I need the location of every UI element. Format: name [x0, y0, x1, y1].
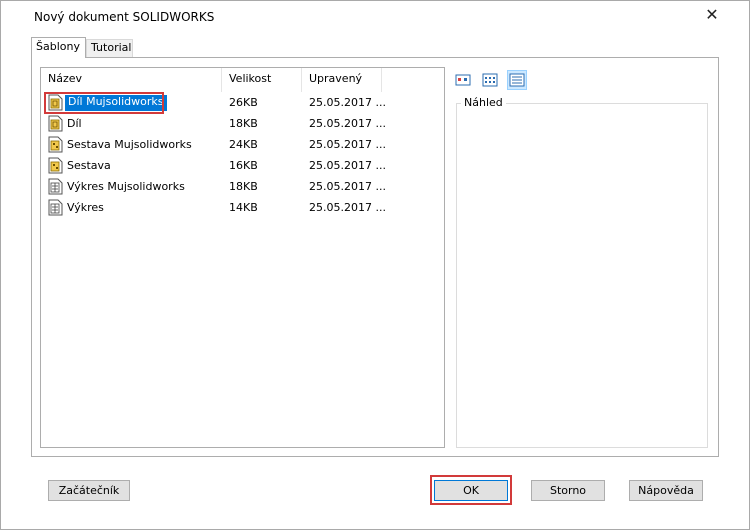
drawing-icon	[48, 178, 63, 195]
template-name: Sestava Mujsolidworks	[67, 138, 192, 151]
template-list[interactable]: Název Velikost Upravený Díl Mujsolidwork…	[40, 67, 445, 448]
template-size: 16KB	[229, 159, 258, 172]
list-item[interactable]: Sestava Mujsolidworks 24KB 25.05.2017 ...	[41, 135, 444, 156]
tab-tutorial[interactable]: Tutorial	[86, 39, 133, 57]
column-header-size[interactable]: Velikost	[222, 68, 302, 92]
template-modified: 25.05.2017 ...	[309, 138, 386, 151]
template-size: 18KB	[229, 180, 258, 193]
column-header-name[interactable]: Název	[41, 68, 222, 92]
template-modified: 25.05.2017 ...	[309, 117, 386, 130]
tab-templates[interactable]: Šablony	[31, 37, 86, 58]
assembly-icon	[48, 136, 63, 153]
list-item[interactable]: Výkres Mujsolidworks 18KB 25.05.2017 ...	[41, 177, 444, 198]
templates-panel: Název Velikost Upravený Díl Mujsolidwork…	[31, 57, 719, 457]
beginner-button[interactable]: Začátečník	[48, 480, 130, 501]
title-bar: Nový dokument SOLIDWORKS ✕	[1, 1, 749, 33]
close-icon[interactable]: ✕	[701, 4, 723, 26]
help-button[interactable]: Nápověda	[629, 480, 703, 501]
list-item[interactable]: Výkres 14KB 25.05.2017 ...	[41, 198, 444, 219]
template-size: 14KB	[229, 201, 258, 214]
column-header-modified[interactable]: Upravený	[302, 68, 382, 92]
template-name: Výkres	[67, 201, 104, 214]
large-icons-view-icon[interactable]	[453, 70, 473, 90]
template-size: 24KB	[229, 138, 258, 151]
list-item[interactable]: Díl 18KB 25.05.2017 ...	[41, 114, 444, 135]
selection-highlight	[44, 92, 164, 114]
list-item[interactable]: Sestava 16KB 25.05.2017 ...	[41, 156, 444, 177]
template-size: 18KB	[229, 117, 258, 130]
template-modified: 25.05.2017 ...	[309, 96, 386, 109]
list-item[interactable]: Díl Mujsolidworks 26KB 25.05.2017 ...	[41, 92, 444, 114]
details-view-icon[interactable]	[507, 70, 527, 90]
new-document-dialog: Nový dokument SOLIDWORKS ✕ Šablony Tutor…	[0, 0, 750, 530]
template-modified: 25.05.2017 ...	[309, 159, 386, 172]
template-modified: 25.05.2017 ...	[309, 201, 386, 214]
template-size: 26KB	[229, 96, 258, 109]
drawing-icon	[48, 199, 63, 216]
part-icon	[48, 115, 63, 132]
preview-label: Náhled	[461, 96, 506, 109]
ok-button[interactable]: OK	[434, 480, 508, 501]
preview-group: Náhled	[456, 96, 708, 448]
template-name: Sestava	[67, 159, 111, 172]
assembly-icon	[48, 157, 63, 174]
dialog-title: Nový dokument SOLIDWORKS	[34, 10, 215, 24]
template-name: Výkres Mujsolidworks	[67, 180, 185, 193]
list-view-icon[interactable]	[480, 70, 500, 90]
template-modified: 25.05.2017 ...	[309, 180, 386, 193]
cancel-button[interactable]: Storno	[531, 480, 605, 501]
template-name: Díl	[67, 117, 82, 130]
